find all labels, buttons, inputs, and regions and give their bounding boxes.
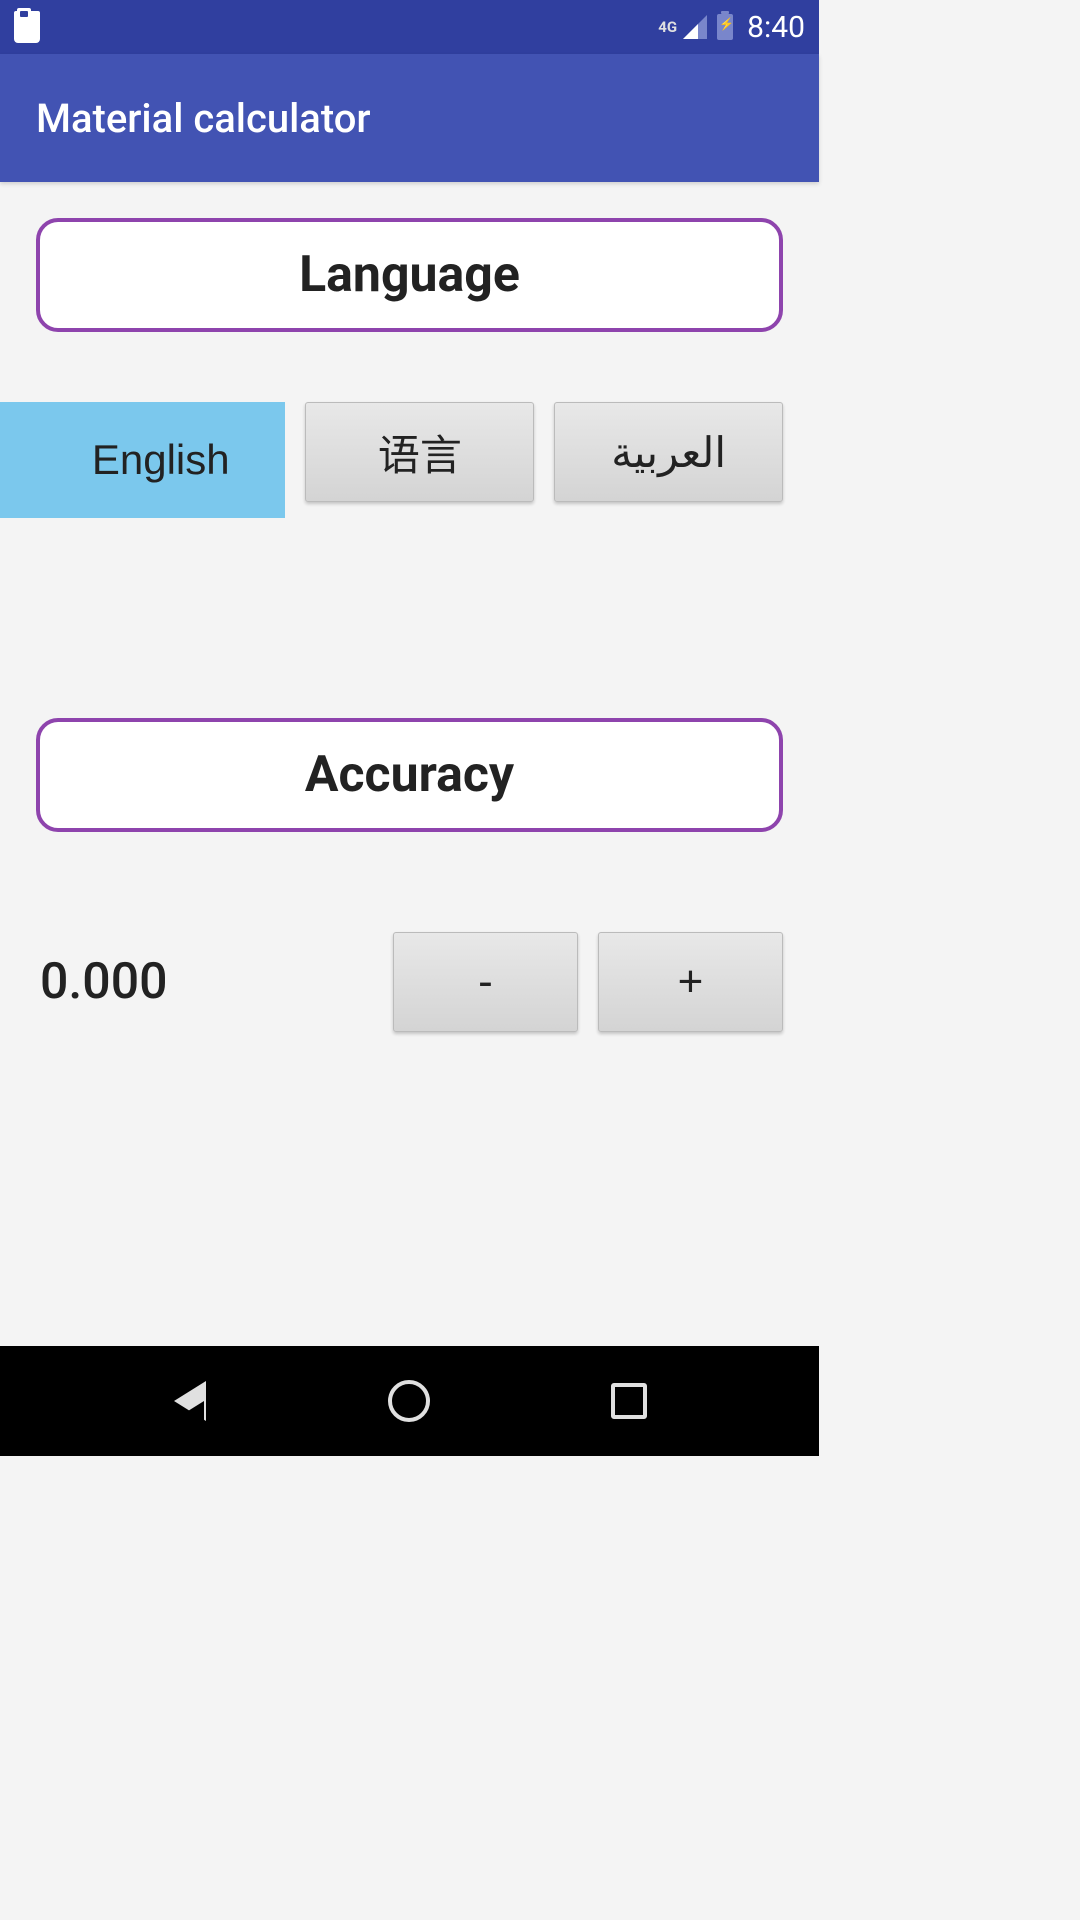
nav-back-button[interactable] bbox=[160, 1371, 220, 1431]
app-title: Material calculator bbox=[36, 95, 371, 142]
signal-icon bbox=[683, 15, 707, 39]
language-section-header: Language bbox=[36, 218, 783, 332]
app-bar: Material calculator bbox=[0, 54, 819, 182]
accuracy-controls: 0.000 - + bbox=[36, 932, 783, 1032]
language-title: Language bbox=[299, 246, 520, 304]
status-right: 4G 8:40 bbox=[658, 10, 805, 45]
language-option-arabic[interactable]: العربية bbox=[554, 402, 783, 502]
accuracy-value: 0.000 bbox=[36, 953, 373, 1011]
status-left bbox=[14, 11, 40, 43]
nav-recent-button[interactable] bbox=[599, 1371, 659, 1431]
network-type: 4G bbox=[658, 18, 677, 36]
accuracy-increase-button[interactable]: + bbox=[598, 932, 783, 1032]
accuracy-decrease-button[interactable]: - bbox=[393, 932, 578, 1032]
navigation-bar bbox=[0, 1346, 819, 1456]
battery-icon bbox=[717, 14, 733, 40]
language-option-chinese[interactable]: 语言 bbox=[305, 402, 534, 502]
back-icon bbox=[174, 1381, 206, 1421]
home-icon bbox=[388, 1380, 430, 1422]
language-option-english[interactable]: English bbox=[0, 402, 285, 518]
status-bar: 4G 8:40 bbox=[0, 0, 819, 54]
sd-card-icon bbox=[14, 11, 40, 43]
nav-home-button[interactable] bbox=[379, 1371, 439, 1431]
language-buttons-row: English 语言 العربية bbox=[36, 402, 783, 518]
status-time: 8:40 bbox=[747, 10, 805, 45]
content-area: Language English 语言 العربية Accuracy 0.0… bbox=[0, 182, 819, 1346]
recent-icon bbox=[611, 1383, 647, 1419]
accuracy-title: Accuracy bbox=[305, 746, 514, 804]
accuracy-section-header: Accuracy bbox=[36, 718, 783, 832]
